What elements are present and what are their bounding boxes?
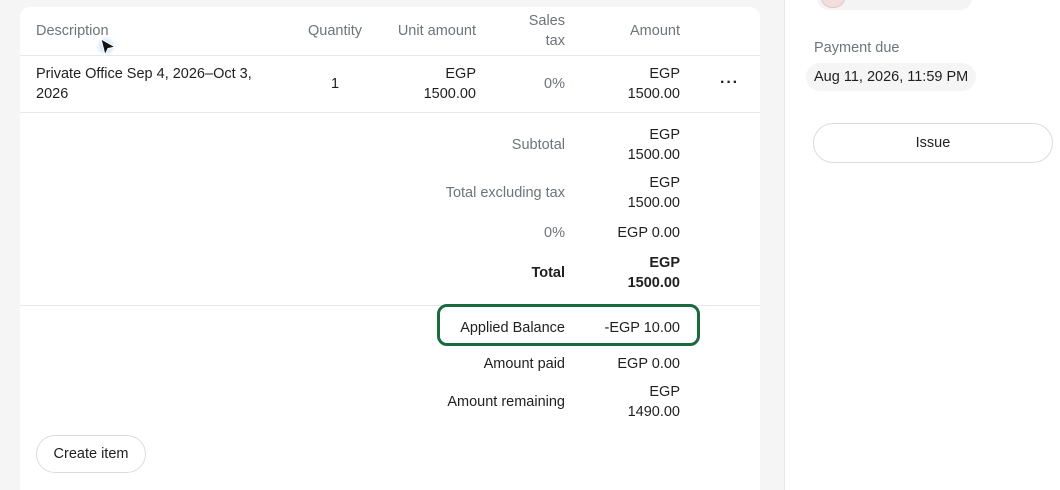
total-label: Total [531,265,565,281]
tax-value: EGP 0.00 [617,225,680,241]
header-sales-tax: Sales tax [528,13,565,49]
subtotal-value: EGP 1500.00 [627,127,680,163]
avatar [821,0,845,8]
header-quantity: Quantity [308,23,362,39]
amount-paid-value: EGP 0.00 [617,356,680,372]
applied-balance-value: -EGP 10.00 [604,320,680,336]
header-unit-amount: Unit amount [397,23,476,39]
create-item-button[interactable]: Create item [36,435,146,473]
invoice-line-items-card: Description Quantity Unit amount Sales t… [20,7,760,490]
payment-due-label: Payment due [814,40,900,56]
more-horizontal-icon[interactable]: ··· [720,74,739,92]
issue-button[interactable]: Issue [813,123,1053,163]
row-sales-tax: 0% [544,76,565,92]
amount-paid-label: Amount paid [483,356,565,372]
row-description: Private Office Sep 4, 2026–Oct 3, 2026 [36,66,252,102]
payment-due-value[interactable]: Aug 11, 2026, 11:59 PM [806,63,977,91]
invoice-sidebar: Payment due Aug 11, 2026, 11:59 PM Issue [784,0,1060,490]
amount-remaining-label: Amount remaining [447,394,565,410]
row-amount: EGP 1500.00 [627,66,680,102]
customer-chip[interactable] [817,0,972,10]
header-amount: Amount [630,23,680,39]
total-excluding-tax-value: EGP 1500.00 [627,175,680,211]
table-header: Description Quantity Unit amount Sales t… [20,7,760,56]
total-value: EGP 1500.00 [627,255,680,291]
row-divider [20,112,760,113]
tax-rate-label: 0% [544,225,565,241]
amount-remaining-value: EGP 1490.00 [627,384,680,420]
row-quantity: 1 [330,76,340,92]
row-unit-amount: EGP 1500.00 [423,66,476,102]
mouse-pointer-icon [97,36,117,57]
subtotal-label: Subtotal [511,137,565,153]
total-excluding-tax-label: Total excluding tax [445,185,565,201]
applied-balance-label: Applied Balance [460,320,565,336]
